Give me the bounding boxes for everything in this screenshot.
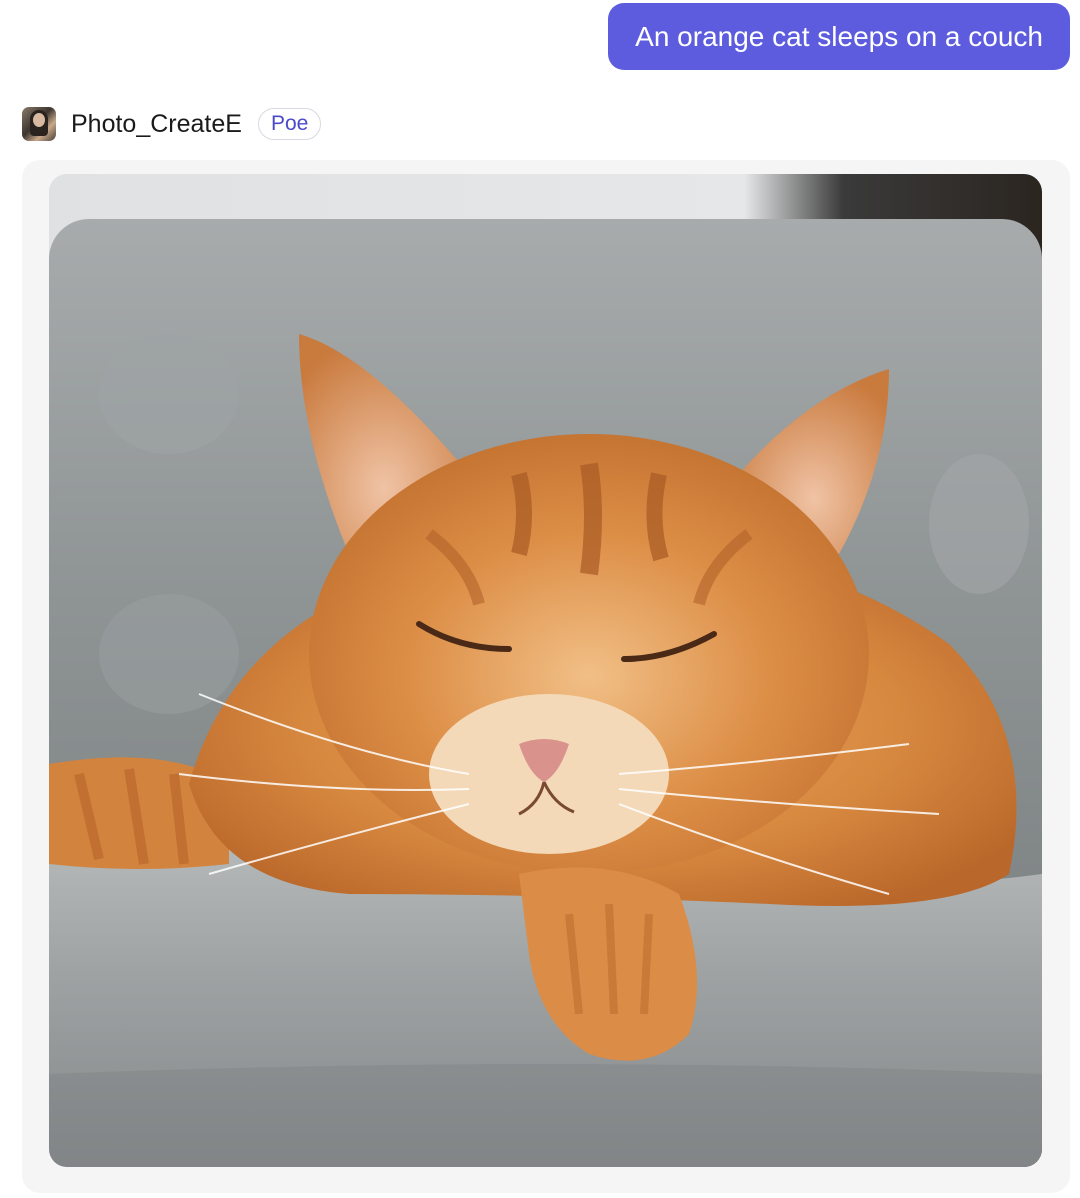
image-message-card	[22, 160, 1070, 1193]
bot-header: Photo_CreateE Poe	[22, 106, 322, 142]
poe-badge: Poe	[257, 108, 322, 140]
user-message-bubble: An orange cat sleeps on a couch	[608, 3, 1070, 70]
user-message-text: An orange cat sleeps on a couch	[635, 20, 1043, 52]
generated-cat-image[interactable]	[49, 174, 1042, 1167]
bot-avatar-icon[interactable]	[22, 107, 56, 141]
bot-name[interactable]: Photo_CreateE	[71, 110, 242, 139]
